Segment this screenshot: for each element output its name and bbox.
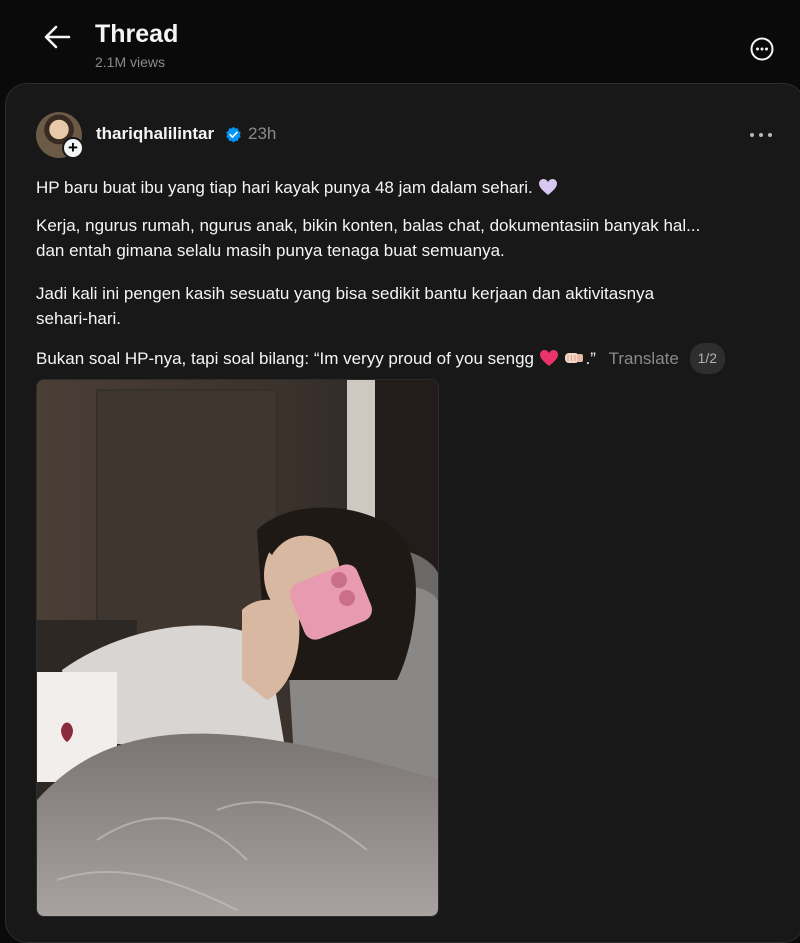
post-paragraph-1: HP baru buat ibu yang tiap hari kayak pu… bbox=[36, 175, 776, 200]
post-paragraph-2: Kerja, ngurus rumah, ngurus anak, bikin … bbox=[36, 213, 776, 263]
post-text: Kerja, ngurus rumah, ngurus anak, bikin … bbox=[36, 216, 701, 235]
view-count: 2.1M views bbox=[95, 54, 166, 70]
photo-illustration bbox=[37, 380, 438, 916]
back-arrow-icon[interactable] bbox=[40, 22, 74, 52]
translate-link[interactable]: Translate bbox=[609, 349, 679, 368]
post-text: dan entah gimana selalu masih punya tena… bbox=[36, 241, 505, 260]
post-time: 23h bbox=[248, 124, 277, 143]
heart-icon bbox=[538, 179, 557, 195]
fist-bump-icon bbox=[565, 353, 584, 363]
follow-plus-icon[interactable]: + bbox=[62, 137, 84, 159]
more-circle-icon[interactable] bbox=[750, 37, 774, 61]
post-username[interactable]: thariqhalilintar bbox=[96, 124, 214, 144]
post-paragraph-3: Jadi kali ini pengen kasih sesuatu yang … bbox=[36, 281, 776, 331]
heart-icon bbox=[539, 350, 558, 366]
page-indicator: 1/2 bbox=[689, 343, 726, 374]
more-dots-icon[interactable] bbox=[748, 125, 774, 145]
post-text: Bukan soal HP-nya, tapi soal bilang: “Im… bbox=[36, 349, 534, 368]
thread-header: Thread 2.1M views bbox=[0, 0, 800, 82]
post-text: HP baru buat ibu yang tiap hari kayak pu… bbox=[36, 178, 533, 197]
verified-badge-icon bbox=[226, 126, 241, 143]
page-title: Thread bbox=[95, 20, 179, 48]
post-paragraph-4: Bukan soal HP-nya, tapi soal bilang: “Im… bbox=[36, 343, 776, 374]
post-image[interactable] bbox=[36, 379, 439, 917]
post-text: sehari-hari. bbox=[36, 309, 122, 328]
post-text: Jadi kali ini pengen kasih sesuatu yang … bbox=[36, 284, 655, 303]
post-text: .” bbox=[585, 349, 596, 368]
